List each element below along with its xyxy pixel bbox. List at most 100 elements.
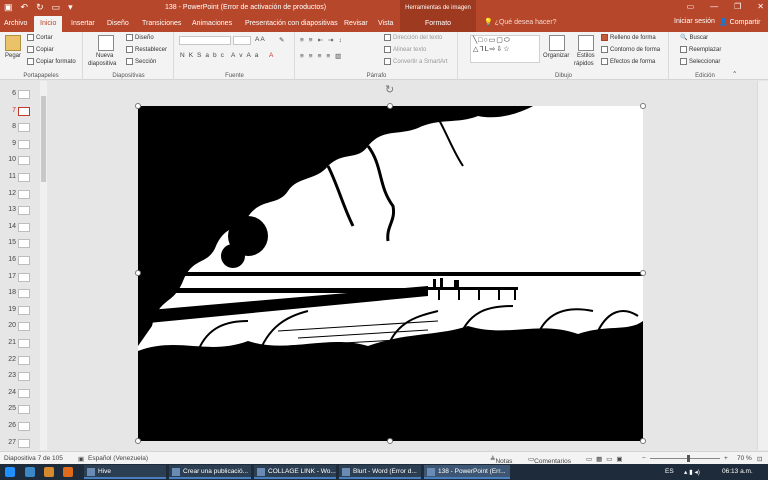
tab-diseno[interactable]: Diseño bbox=[107, 16, 129, 32]
replace-button[interactable]: Reemplazar bbox=[680, 46, 721, 53]
start-icon[interactable] bbox=[5, 467, 15, 477]
cut-button[interactable]: Cortar bbox=[27, 34, 53, 41]
tab-formato[interactable]: Formato bbox=[400, 16, 476, 32]
taskbar-item-hive[interactable]: Hive bbox=[84, 465, 166, 479]
slide-thumbnail[interactable]: 27 bbox=[0, 436, 40, 450]
new-slide-label[interactable]: Nueva bbox=[96, 53, 113, 59]
tab-insertar[interactable]: Insertar bbox=[71, 16, 95, 32]
quick-styles-label2[interactable]: rápidos bbox=[574, 61, 594, 67]
minimize-icon[interactable]: — bbox=[710, 2, 718, 11]
tab-transiciones[interactable]: Transiciones bbox=[142, 16, 181, 32]
smartart-button[interactable]: Convertir a SmartArt bbox=[384, 58, 448, 65]
font-grow-shrink-icon[interactable]: A A bbox=[255, 36, 265, 43]
thumbnail-scroll-thumb[interactable] bbox=[41, 96, 46, 182]
save-icon[interactable]: ▣ bbox=[4, 2, 13, 13]
list-buttons[interactable]: ≡≡⇤⇥↕ bbox=[300, 36, 347, 44]
slide-thumbnail[interactable]: 6 bbox=[0, 87, 40, 103]
slide-thumbnail[interactable]: 16 bbox=[0, 253, 40, 269]
tab-animaciones[interactable]: Animaciones bbox=[192, 16, 232, 32]
maximize-icon[interactable]: ❐ bbox=[734, 2, 741, 11]
reset-button[interactable]: Restablecer bbox=[126, 46, 167, 53]
files-icon[interactable] bbox=[44, 467, 54, 477]
new-slide-icon[interactable] bbox=[98, 35, 114, 51]
view-buttons[interactable]: ▭▦▭▣ bbox=[586, 455, 627, 463]
slide-thumbnail[interactable]: 22 bbox=[0, 353, 40, 369]
resize-handle[interactable] bbox=[640, 103, 646, 109]
resize-handle[interactable] bbox=[135, 103, 141, 109]
slide-thumbnail[interactable]: 17 bbox=[0, 270, 40, 286]
resize-handle[interactable] bbox=[640, 270, 646, 276]
ribbon-options-icon[interactable]: ▭ bbox=[687, 2, 695, 11]
slide-thumbnail[interactable]: 14 bbox=[0, 220, 40, 236]
clock[interactable]: 06:13 a.m. bbox=[722, 468, 753, 475]
font-style-buttons[interactable]: NKSabc bbox=[180, 52, 228, 59]
slide-thumbnail[interactable]: 9 bbox=[0, 137, 40, 153]
share-button[interactable]: 👤 Compartir bbox=[719, 18, 760, 26]
slide-thumbnail[interactable]: 18 bbox=[0, 286, 40, 302]
zoom-level[interactable]: 70 % bbox=[737, 455, 752, 462]
slide-thumbnail[interactable]: 23 bbox=[0, 369, 40, 385]
shape-outline-button[interactable]: Contorno de forma bbox=[601, 46, 660, 53]
ie-icon[interactable] bbox=[25, 467, 35, 477]
arrange-icon[interactable] bbox=[549, 35, 565, 51]
slide-thumbnail[interactable]: 12 bbox=[0, 187, 40, 203]
slide-thumbnail[interactable]: 26 bbox=[0, 419, 40, 435]
slide-thumbnail[interactable]: 20 bbox=[0, 319, 40, 335]
copy-button[interactable]: Copiar bbox=[27, 46, 54, 53]
quick-styles-button[interactable]: Estilos bbox=[577, 53, 595, 59]
zoom-out-icon[interactable]: − bbox=[642, 455, 646, 462]
language-indicator[interactable]: Español (Venezuela) bbox=[88, 455, 148, 462]
new-slide-label2[interactable]: diapositiva bbox=[88, 61, 116, 67]
rotate-handle-icon[interactable]: ↻ bbox=[385, 83, 394, 96]
input-language[interactable]: ES bbox=[665, 468, 674, 475]
format-painter-button[interactable]: Copiar formato bbox=[27, 58, 76, 65]
spellcheck-icon[interactable]: ▣ bbox=[78, 455, 84, 463]
vlc-icon[interactable] bbox=[63, 467, 73, 477]
present-icon[interactable]: ▭ bbox=[52, 2, 61, 13]
zoom-slider-knob[interactable] bbox=[687, 455, 690, 462]
text-direction-button[interactable]: Dirección del texto bbox=[384, 34, 442, 41]
slide-thumbnail[interactable]: 11 bbox=[0, 170, 40, 186]
slide-thumbnail[interactable]: 7 bbox=[0, 104, 40, 120]
undo-icon[interactable]: ↶ bbox=[21, 2, 29, 13]
layout-button[interactable]: Diseño bbox=[126, 34, 154, 41]
resize-handle[interactable] bbox=[640, 438, 646, 444]
canvas-scrollbar[interactable] bbox=[757, 81, 768, 450]
select-button[interactable]: Seleccionar bbox=[680, 58, 720, 65]
resize-handle[interactable] bbox=[387, 103, 393, 109]
clear-format-icon[interactable]: ✎ bbox=[279, 36, 284, 44]
collapse-ribbon-icon[interactable]: ⌃ bbox=[732, 70, 737, 78]
shapes-gallery[interactable]: ╲□○▭▢⬭ △ᒣᒪ⇨⇩☆ bbox=[470, 35, 540, 63]
resize-handle[interactable] bbox=[135, 270, 141, 276]
redo-icon[interactable]: ↻ bbox=[36, 2, 44, 13]
comments-button[interactable]: ▭ Comentarios bbox=[528, 455, 571, 465]
slide-thumbnail[interactable]: 10 bbox=[0, 153, 40, 169]
tab-presentacion[interactable]: Presentación con diapositivas bbox=[245, 16, 338, 32]
paste-button[interactable]: Pegar bbox=[5, 53, 21, 59]
shape-effects-button[interactable]: Efectos de forma bbox=[601, 58, 655, 65]
section-button[interactable]: Sección bbox=[126, 58, 156, 65]
notes-button[interactable]: ≜ Notas bbox=[490, 455, 512, 465]
zoom-slider[interactable] bbox=[650, 458, 720, 459]
taskbar-item-powerpoint[interactable]: 138 - PowerPoint (Err... bbox=[424, 465, 510, 479]
quick-styles-icon[interactable] bbox=[578, 35, 594, 51]
fit-slide-icon[interactable]: ⊡ bbox=[757, 455, 762, 463]
resize-handle[interactable] bbox=[387, 438, 393, 444]
tray-icons[interactable]: ▴ ▮ ◂) bbox=[684, 468, 700, 476]
font-effect-buttons[interactable]: AvAa bbox=[231, 52, 262, 59]
slide-thumbnail[interactable]: 25 bbox=[0, 402, 40, 418]
slide-thumbnail[interactable]: 21 bbox=[0, 336, 40, 352]
tell-me-search[interactable]: 💡 ¿Qué desea hacer? bbox=[484, 18, 557, 26]
taskbar-item-word-collage[interactable]: COLLAGE LINK - Wo... bbox=[254, 465, 336, 479]
close-icon[interactable]: ✕ bbox=[757, 2, 764, 11]
font-size-field[interactable] bbox=[233, 36, 251, 45]
taskbar-item-word-blurt[interactable]: Blurt - Word (Error d... bbox=[339, 465, 421, 479]
arrange-button[interactable]: Organizar bbox=[543, 53, 569, 59]
tab-revisar[interactable]: Revisar bbox=[344, 16, 368, 32]
paste-icon[interactable] bbox=[5, 35, 21, 51]
taskbar-item-chrome[interactable]: Crear una publicació... bbox=[169, 465, 251, 479]
sign-in-link[interactable]: Iniciar sesión bbox=[674, 18, 715, 25]
shape-fill-button[interactable]: Relleno de forma bbox=[601, 34, 656, 41]
slide-thumbnail[interactable]: 13 bbox=[0, 203, 40, 219]
slide-thumbnail[interactable]: 8 bbox=[0, 120, 40, 136]
